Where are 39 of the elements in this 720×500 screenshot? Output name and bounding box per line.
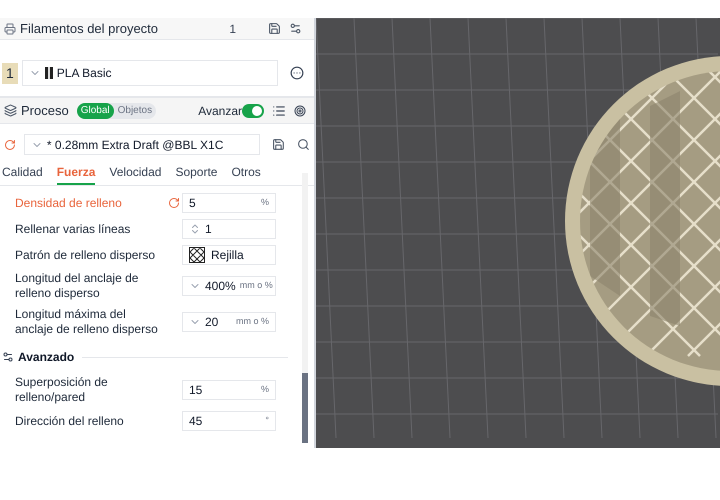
reset-icon[interactable] (168, 197, 180, 209)
setting-label: Dirección del relleno (15, 414, 125, 428)
setting-label: Superposición de relleno/pared (15, 375, 109, 405)
switch-label: Avanzar (198, 102, 242, 120)
save-icon[interactable] (272, 138, 286, 151)
setting-label: Longitud del anclaje de relleno disperso (15, 271, 140, 301)
setting-label: Rellenar varias líneas (15, 222, 132, 236)
scrollbar[interactable] (302, 173, 308, 443)
reset-icon[interactable] (4, 138, 16, 150)
tab[interactable]: Calidad (2, 163, 43, 185)
setting-label: Longitud máxima del anclaje de relleno disperso (15, 307, 159, 337)
setting-label: Patrón de relleno disperso (15, 248, 156, 262)
filament-select[interactable]: PLA Basic (22, 60, 278, 86)
layers-icon (4, 104, 17, 117)
input-field[interactable]: 45 ° (182, 411, 276, 431)
tab[interactable]: Soporte (175, 163, 218, 185)
section-title: Avanzado (18, 349, 74, 366)
tab[interactable]: Velocidad (109, 163, 162, 185)
filament-count: 1 (229, 20, 236, 38)
setting-label: Densidad de relleno (15, 196, 123, 210)
section-title: Proceso (21, 102, 69, 120)
input-field[interactable]: 15 % (182, 380, 276, 400)
input-field[interactable]: 400% mm o % (182, 276, 276, 296)
tab[interactable]: Otros (231, 163, 261, 185)
search-icon[interactable] (297, 138, 310, 151)
input-field[interactable]: Rejilla (182, 245, 276, 265)
preset-select[interactable]: * 0.28mm Extra Draft @BBL X1C (24, 134, 260, 155)
input-field[interactable]: 5 % (182, 193, 276, 213)
input-field[interactable]: 1 (182, 219, 276, 239)
stepper-icon[interactable] (189, 223, 201, 235)
settings-icon[interactable] (289, 22, 302, 35)
more-options-icon[interactable] (290, 66, 304, 80)
filament-index: 1 (2, 62, 18, 84)
input-field[interactable]: 20 mm o % (182, 312, 276, 332)
grid-pattern-icon (189, 247, 205, 263)
list-icon[interactable] (272, 104, 286, 118)
section-title: Filamentos del proyecto (20, 20, 160, 38)
scope-option[interactable]: Objetos (114, 102, 156, 118)
advanced-switch[interactable] (242, 104, 264, 118)
